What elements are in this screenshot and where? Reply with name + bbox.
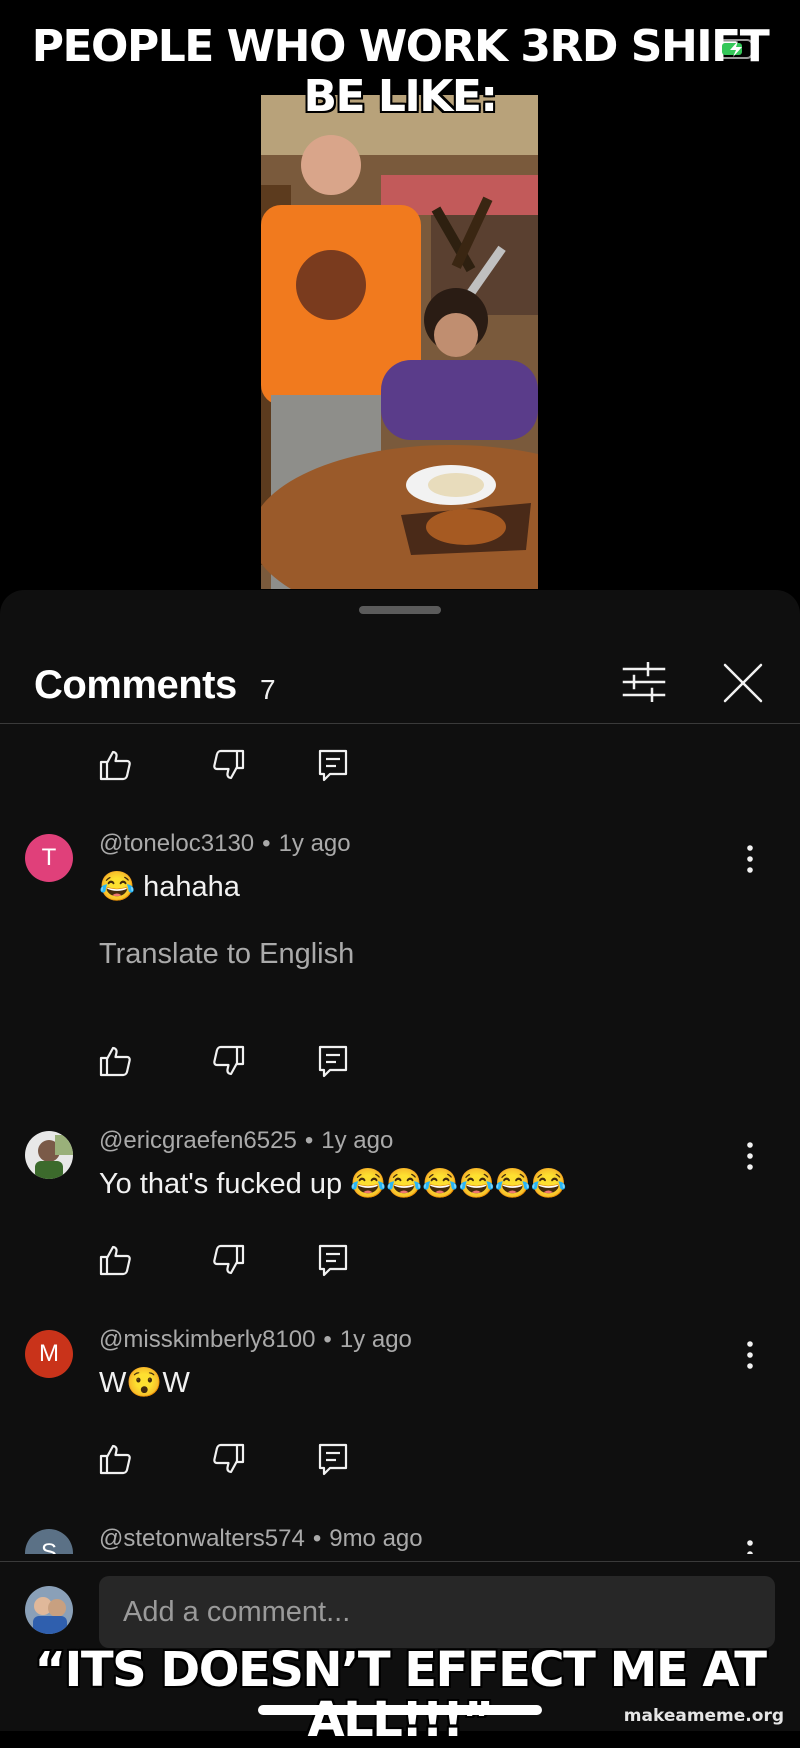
thumbs-down-icon[interactable] bbox=[212, 1442, 246, 1476]
comment-time: 1y ago bbox=[278, 830, 351, 857]
video-thumbnail[interactable] bbox=[261, 95, 538, 589]
comment-text: 😂 hahaha bbox=[99, 871, 240, 903]
thumbs-up-icon[interactable] bbox=[98, 748, 132, 782]
thumbs-down-icon[interactable] bbox=[212, 1243, 246, 1277]
comment-actions bbox=[98, 1243, 358, 1279]
avatar[interactable]: T bbox=[25, 834, 73, 882]
comment-time: 1y ago bbox=[339, 1326, 412, 1353]
thumbs-down-icon[interactable] bbox=[212, 748, 246, 782]
comment-meta: @misskimberly8100 • 1y ago bbox=[99, 1326, 412, 1353]
reply-icon[interactable] bbox=[316, 1044, 350, 1078]
comment-time: 1y ago bbox=[321, 1127, 394, 1154]
comment-meta: @toneloc3130 • 1y ago bbox=[99, 830, 351, 857]
translate-link[interactable]: Translate to English bbox=[99, 938, 354, 971]
avatar-letter: T bbox=[41, 844, 57, 871]
avatar[interactable]: M bbox=[25, 1330, 73, 1378]
meme-bottom-caption: “ITS DOESN’T EFFECT ME AT ALL!!!” bbox=[34, 1642, 767, 1748]
comments-list[interactable]: T @toneloc3130 • 1y ago 😂 hahaha Translate… bbox=[0, 724, 800, 1554]
more-vertical-icon[interactable] bbox=[740, 1340, 760, 1370]
comment-text: W😯W bbox=[99, 1367, 190, 1399]
watermark: makeameme.org bbox=[623, 1706, 784, 1726]
close-icon[interactable] bbox=[722, 662, 764, 704]
thumbs-up-icon[interactable] bbox=[98, 1044, 132, 1078]
comment-actions bbox=[98, 748, 358, 784]
comment-meta: @stetonwalters574 • 9mo ago bbox=[99, 1525, 423, 1552]
comment-username[interactable]: @misskimberly8100 bbox=[99, 1326, 315, 1353]
avatar[interactable]: S bbox=[25, 1529, 73, 1554]
reply-icon[interactable] bbox=[316, 1243, 350, 1277]
reply-icon[interactable] bbox=[316, 748, 350, 782]
more-vertical-icon[interactable] bbox=[740, 1539, 760, 1554]
battery-charging-icon bbox=[718, 39, 756, 59]
add-comment-input[interactable] bbox=[99, 1576, 775, 1648]
comments-title: Comments bbox=[34, 663, 237, 707]
home-indicator[interactable] bbox=[258, 1705, 542, 1715]
comments-count: 7 bbox=[260, 674, 276, 705]
comment-time: 9mo ago bbox=[329, 1525, 423, 1552]
comment-username[interactable]: @stetonwalters574 bbox=[99, 1525, 305, 1552]
thumbs-down-icon[interactable] bbox=[212, 1044, 246, 1078]
my-avatar bbox=[25, 1586, 73, 1634]
meme-top-caption: PEOPLE WHO WORK 3RD SHIFT BE LIKE: bbox=[31, 21, 770, 122]
drag-handle[interactable] bbox=[359, 606, 441, 614]
comment-actions bbox=[98, 1442, 358, 1478]
meme-image-area: PEOPLE WHO WORK 3RD SHIFT BE LIKE: bbox=[0, 0, 800, 600]
thumbs-up-icon[interactable] bbox=[98, 1243, 132, 1277]
more-vertical-icon[interactable] bbox=[740, 844, 760, 874]
video-scene-illustration bbox=[261, 95, 538, 589]
avatar[interactable] bbox=[25, 1131, 73, 1179]
filter-sliders-icon[interactable] bbox=[622, 662, 666, 702]
thumbs-up-icon[interactable] bbox=[98, 1442, 132, 1476]
my-avatar-photo bbox=[25, 1586, 73, 1634]
comment-username[interactable]: @ericgraefen6525 bbox=[99, 1127, 297, 1154]
comment-actions bbox=[98, 1044, 358, 1080]
avatar-photo bbox=[25, 1131, 73, 1179]
more-vertical-icon[interactable] bbox=[740, 1141, 760, 1171]
comments-sheet: Comments 7 T @toneloc3130 • 1y ago 😂 hah… bbox=[0, 590, 800, 1731]
comment-text: Yo that's fucked up 😂😂😂😂😂😂 bbox=[99, 1168, 567, 1200]
comments-header: Comments 7 bbox=[0, 630, 800, 714]
avatar-letter: M bbox=[39, 1340, 59, 1367]
avatar-letter: S bbox=[40, 1539, 57, 1554]
comment-meta: @ericgraefen6525 • 1y ago bbox=[99, 1127, 394, 1154]
reply-icon[interactable] bbox=[316, 1442, 350, 1476]
comment-username[interactable]: @toneloc3130 bbox=[99, 830, 254, 857]
